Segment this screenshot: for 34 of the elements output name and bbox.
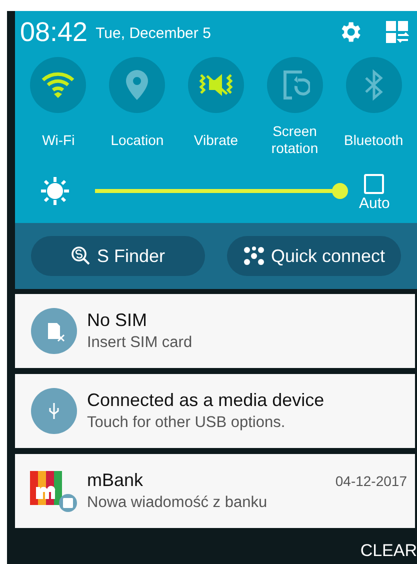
notification-text: Nowa wiadomość z banku [87, 493, 268, 513]
notification-title: Connected as a media device [87, 389, 324, 412]
toggle-label: Wi-Fi [41, 130, 76, 150]
toggle-label: Bluetooth [342, 130, 404, 150]
notification-card[interactable]: mBank 04-12-2017 Nowa wiadomość z banku [15, 454, 415, 528]
sim-card-icon [30, 307, 78, 355]
vibrate-icon [198, 71, 234, 99]
search-icon [70, 246, 91, 266]
notification-time: 04-12-2017 [335, 472, 407, 491]
auto-label: Auto [359, 194, 390, 214]
notification-card[interactable]: No SIM Insert SIM card [15, 294, 415, 368]
toggle-label: Vibrate [192, 130, 240, 150]
usb-icon [30, 387, 78, 435]
quick-connect-button[interactable]: Quick connect [227, 236, 401, 276]
connect-icon [242, 246, 265, 266]
bluetooth-icon [362, 69, 385, 101]
toggle-label: Screen rotation [270, 122, 320, 158]
clear-button[interactable]: CLEAR [360, 538, 417, 564]
brightness-icon [40, 176, 70, 206]
date-text: Tue, December 5 [96, 24, 211, 44]
app-logo-icon [30, 469, 78, 513]
grid-icon[interactable] [385, 20, 409, 44]
clock-time: 08:42 [20, 18, 88, 46]
notification-text: Insert SIM card [87, 333, 194, 353]
notification-card[interactable]: Connected as a media device Touch for other USB options. [15, 374, 415, 448]
auto-checkbox[interactable] [364, 174, 384, 194]
toggle-label: Location [110, 130, 165, 150]
wifi-icon [41, 71, 76, 99]
s-finder-button[interactable]: S Finder [31, 236, 205, 276]
notification-title: No SIM [87, 309, 148, 332]
brightness-slider[interactable] [95, 183, 345, 199]
notification-text: Touch for other USB options. [87, 413, 286, 433]
notification-title: mBank [87, 469, 144, 492]
location-pin-icon [125, 69, 150, 101]
